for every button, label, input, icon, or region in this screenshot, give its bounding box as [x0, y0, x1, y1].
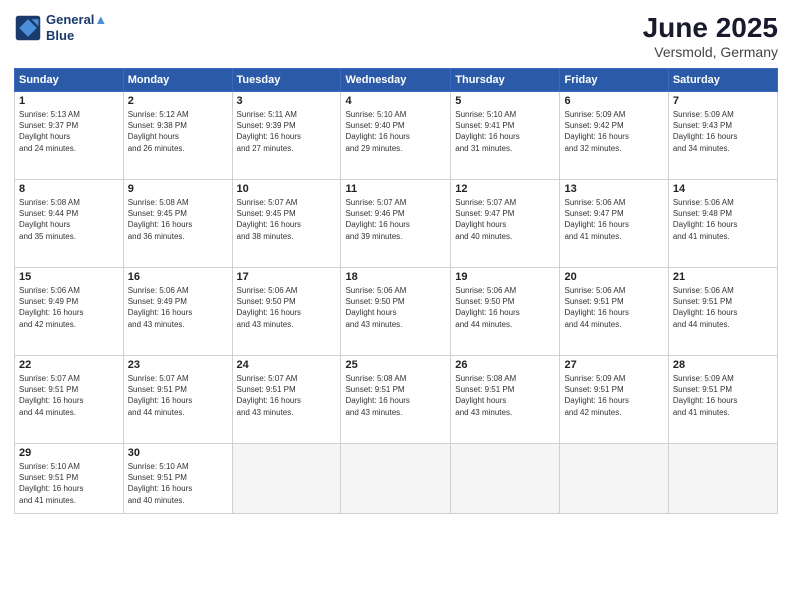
day-cell: 4 Sunrise: 5:10 AMSunset: 9:40 PMDayligh… — [341, 92, 451, 180]
title-block: June 2025 Versmold, Germany — [643, 12, 778, 60]
logo-text-line2: Blue — [46, 28, 107, 44]
day-cell: 25 Sunrise: 5:08 AMSunset: 9:51 PMDaylig… — [341, 356, 451, 444]
day-cell: 21 Sunrise: 5:06 AMSunset: 9:51 PMDaylig… — [668, 268, 777, 356]
day-cell: 24 Sunrise: 5:07 AMSunset: 9:51 PMDaylig… — [232, 356, 341, 444]
calendar-table: Sunday Monday Tuesday Wednesday Thursday… — [14, 68, 778, 514]
col-monday: Monday — [123, 69, 232, 92]
day-cell: 19 Sunrise: 5:06 AMSunset: 9:50 PMDaylig… — [451, 268, 560, 356]
calendar-page: General▲ Blue June 2025 Versmold, German… — [0, 0, 792, 612]
day-cell: 27 Sunrise: 5:09 AMSunset: 9:51 PMDaylig… — [560, 356, 668, 444]
day-cell: 29 Sunrise: 5:10 AMSunset: 9:51 PMDaylig… — [15, 444, 124, 514]
table-row: 8 Sunrise: 5:08 AMSunset: 9:44 PMDayligh… — [15, 180, 778, 268]
col-sunday: Sunday — [15, 69, 124, 92]
logo-text-line1: General▲ — [46, 12, 107, 28]
table-row: 15 Sunrise: 5:06 AMSunset: 9:49 PMDaylig… — [15, 268, 778, 356]
col-tuesday: Tuesday — [232, 69, 341, 92]
day-cell: 17 Sunrise: 5:06 AMSunset: 9:50 PMDaylig… — [232, 268, 341, 356]
day-cell: 10 Sunrise: 5:07 AMSunset: 9:45 PMDaylig… — [232, 180, 341, 268]
logo: General▲ Blue — [14, 12, 107, 43]
day-cell: 30 Sunrise: 5:10 AMSunset: 9:51 PMDaylig… — [123, 444, 232, 514]
day-cell: 14 Sunrise: 5:06 AMSunset: 9:48 PMDaylig… — [668, 180, 777, 268]
day-cell: 1 Sunrise: 5:13 AMSunset: 9:37 PMDayligh… — [15, 92, 124, 180]
calendar-title: June 2025 — [643, 12, 778, 44]
day-cell: 16 Sunrise: 5:06 AMSunset: 9:49 PMDaylig… — [123, 268, 232, 356]
day-cell: 26 Sunrise: 5:08 AMSunset: 9:51 PMDaylig… — [451, 356, 560, 444]
table-row: 22 Sunrise: 5:07 AMSunset: 9:51 PMDaylig… — [15, 356, 778, 444]
calendar-subtitle: Versmold, Germany — [643, 44, 778, 60]
day-cell-empty — [560, 444, 668, 514]
day-cell: 2 Sunrise: 5:12 AMSunset: 9:38 PMDayligh… — [123, 92, 232, 180]
logo-icon — [14, 14, 42, 42]
table-row: 1 Sunrise: 5:13 AMSunset: 9:37 PMDayligh… — [15, 92, 778, 180]
day-cell: 23 Sunrise: 5:07 AMSunset: 9:51 PMDaylig… — [123, 356, 232, 444]
col-wednesday: Wednesday — [341, 69, 451, 92]
table-row: 29 Sunrise: 5:10 AMSunset: 9:51 PMDaylig… — [15, 444, 778, 514]
day-cell: 28 Sunrise: 5:09 AMSunset: 9:51 PMDaylig… — [668, 356, 777, 444]
day-cell-empty — [668, 444, 777, 514]
col-saturday: Saturday — [668, 69, 777, 92]
day-cell: 9 Sunrise: 5:08 AMSunset: 9:45 PMDayligh… — [123, 180, 232, 268]
day-cell-empty — [451, 444, 560, 514]
day-cell-empty — [232, 444, 341, 514]
col-friday: Friday — [560, 69, 668, 92]
day-cell: 5 Sunrise: 5:10 AMSunset: 9:41 PMDayligh… — [451, 92, 560, 180]
day-cell: 12 Sunrise: 5:07 AMSunset: 9:47 PMDaylig… — [451, 180, 560, 268]
day-cell: 18 Sunrise: 5:06 AMSunset: 9:50 PMDaylig… — [341, 268, 451, 356]
day-cell: 20 Sunrise: 5:06 AMSunset: 9:51 PMDaylig… — [560, 268, 668, 356]
day-cell: 8 Sunrise: 5:08 AMSunset: 9:44 PMDayligh… — [15, 180, 124, 268]
day-cell-empty — [341, 444, 451, 514]
day-cell: 22 Sunrise: 5:07 AMSunset: 9:51 PMDaylig… — [15, 356, 124, 444]
col-thursday: Thursday — [451, 69, 560, 92]
day-cell: 6 Sunrise: 5:09 AMSunset: 9:42 PMDayligh… — [560, 92, 668, 180]
day-cell: 15 Sunrise: 5:06 AMSunset: 9:49 PMDaylig… — [15, 268, 124, 356]
day-cell: 13 Sunrise: 5:06 AMSunset: 9:47 PMDaylig… — [560, 180, 668, 268]
day-cell: 3 Sunrise: 5:11 AMSunset: 9:39 PMDayligh… — [232, 92, 341, 180]
day-cell: 11 Sunrise: 5:07 AMSunset: 9:46 PMDaylig… — [341, 180, 451, 268]
calendar-header-row: Sunday Monday Tuesday Wednesday Thursday… — [15, 69, 778, 92]
day-cell: 7 Sunrise: 5:09 AMSunset: 9:43 PMDayligh… — [668, 92, 777, 180]
page-header: General▲ Blue June 2025 Versmold, German… — [14, 12, 778, 60]
